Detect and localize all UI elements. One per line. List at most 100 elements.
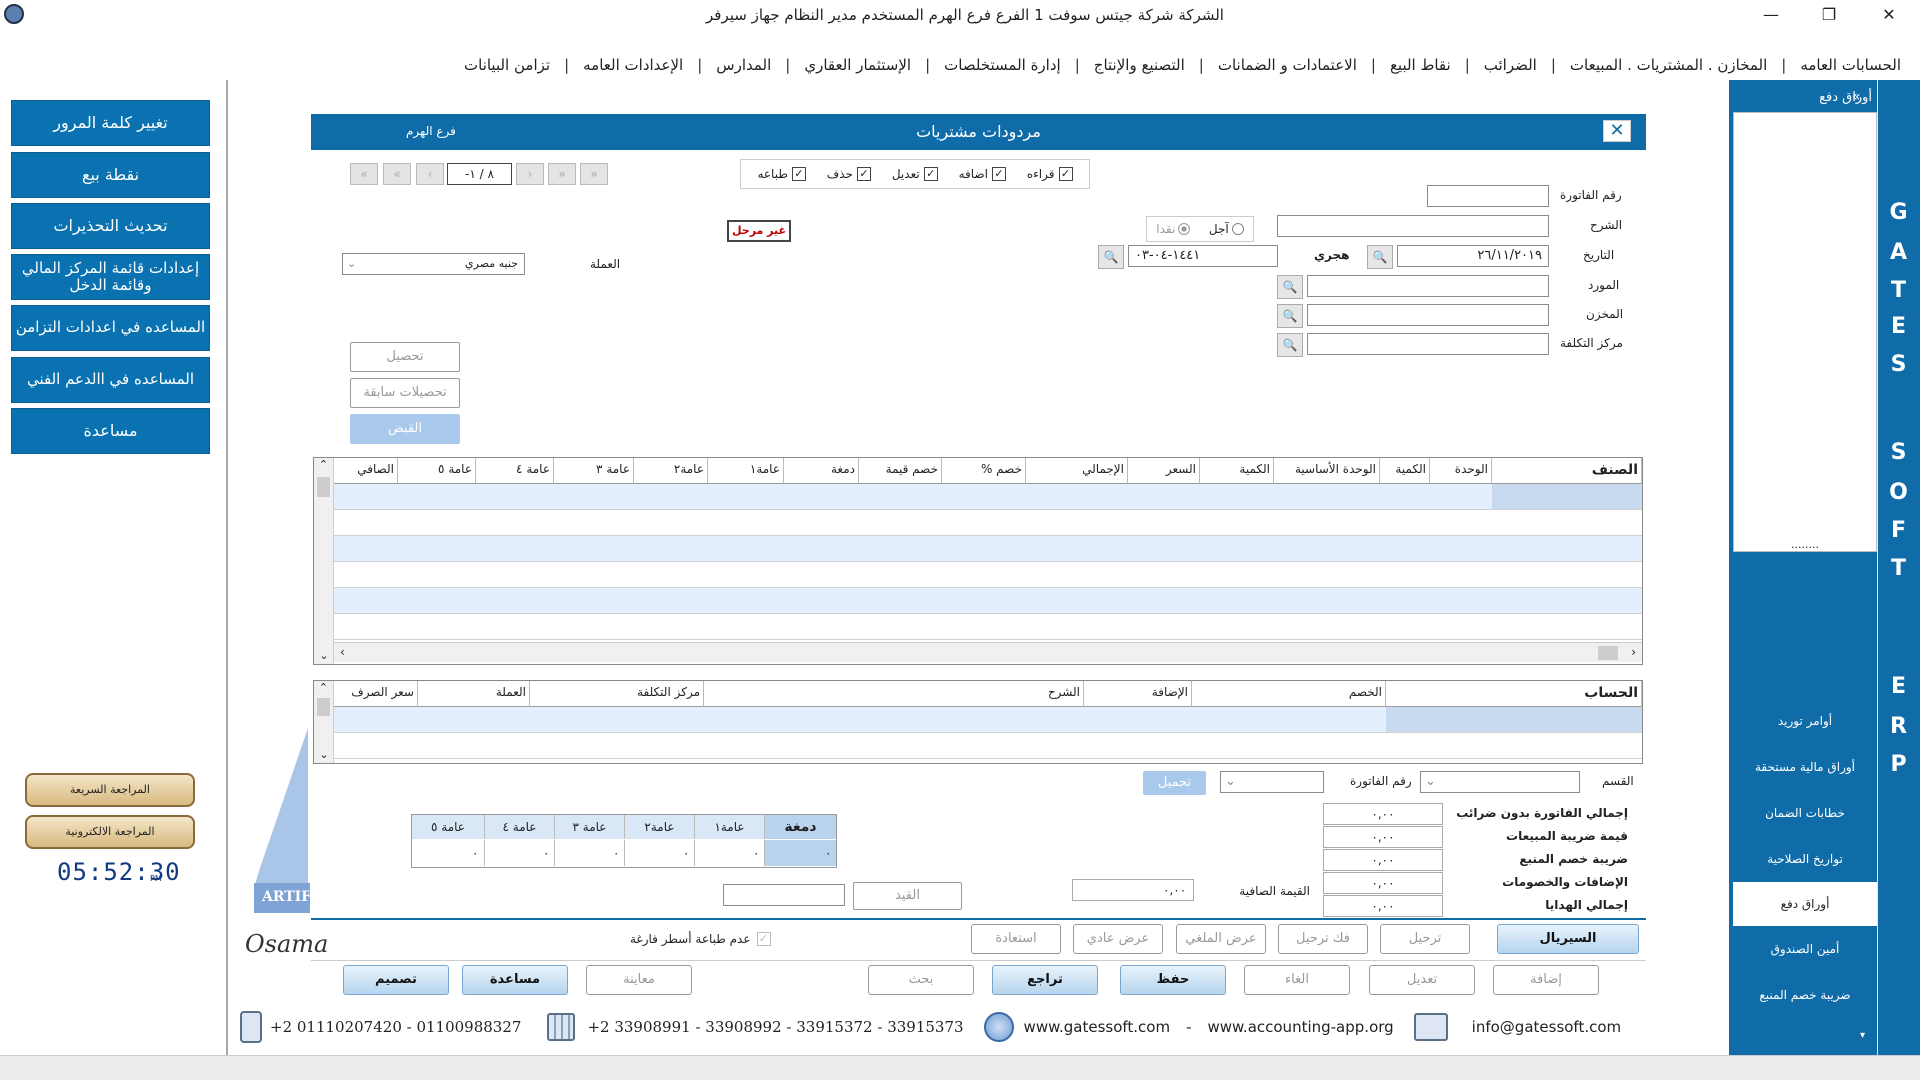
col-header-cost-center[interactable]: مركز التكلفة <box>530 681 704 707</box>
previous-collections-button[interactable]: تحصيلات سابقة <box>350 378 460 408</box>
perm-delete[interactable]: ✓ حذف <box>827 167 871 181</box>
search-button[interactable]: بحث <box>868 965 974 995</box>
nav-next-page-button[interactable]: » <box>548 163 576 185</box>
col-header-description[interactable]: الشرح <box>704 681 1084 707</box>
scroll-thumb[interactable] <box>317 698 330 716</box>
save-button[interactable]: حفظ <box>1120 965 1226 995</box>
credit-radio[interactable]: آجل <box>1209 222 1244 236</box>
description-field[interactable] <box>1277 215 1549 237</box>
minimize-button[interactable]: — <box>1748 2 1794 28</box>
financial-statements-settings-button[interactable]: إعدادات قائمة المركز المالي وقائمة الدخل <box>11 254 210 300</box>
hijri-date-field[interactable]: ١٤٤١-٠٤-٠٣ <box>1128 245 1278 267</box>
unpost-button[interactable]: فك ترحيل <box>1278 924 1368 954</box>
nav-prev-button[interactable]: ‹ <box>416 163 444 185</box>
undo-button[interactable]: تراجع <box>992 965 1098 995</box>
table-cell-selected[interactable] <box>1386 707 1642 732</box>
website-link[interactable]: www.gatessoft.com <box>1024 1018 1171 1036</box>
perm-print[interactable]: ✓ طباعه <box>757 167 806 181</box>
table-row[interactable] <box>334 484 1642 510</box>
post-button[interactable]: ترحيل <box>1380 924 1470 954</box>
pos-button[interactable]: نقطة بيع <box>11 152 210 198</box>
menu-item[interactable]: تزامن البيانات <box>450 56 564 74</box>
change-password-button[interactable]: تغيير كلمة المرور <box>11 100 210 146</box>
cash-radio[interactable]: نقدا <box>1156 222 1191 236</box>
scroll-thumb[interactable] <box>1598 646 1618 660</box>
cost-center-field[interactable] <box>1307 333 1549 355</box>
date-field[interactable]: ٢٦/١١/٢٠١٩ <box>1397 245 1549 267</box>
side-item-expiry-dates[interactable]: تواريخ الصلاحية <box>1733 838 1877 880</box>
col-header-account[interactable]: الحساب <box>1386 681 1642 707</box>
table-row[interactable] <box>334 562 1642 588</box>
entry-field[interactable] <box>723 884 845 906</box>
col-header-qty[interactable]: الكمية <box>1380 458 1430 484</box>
hijri-picker-button[interactable]: 🔍 <box>1098 245 1124 269</box>
form-close-button[interactable]: ✕ <box>1603 120 1631 142</box>
menu-item[interactable]: الاعتمادات و الضمانات <box>1204 56 1371 74</box>
supplier-search-button[interactable]: 🔍 <box>1277 275 1303 299</box>
menu-item[interactable]: إدارة المستخلصات <box>930 56 1075 74</box>
no-print-empty-option[interactable]: ✓ عدم طباعة أسطر فارغة <box>630 932 771 946</box>
tax-value-general4[interactable]: ٠ <box>484 840 554 866</box>
col-header-currency[interactable]: العملة <box>418 681 530 707</box>
accounts-vscroll[interactable]: ⌃ ⌄ <box>314 681 334 763</box>
tax-value-general3[interactable]: ٠ <box>554 840 624 866</box>
cancel-button[interactable]: الغاء <box>1244 965 1350 995</box>
right-panel-list[interactable]: ........ <box>1733 112 1877 552</box>
refresh-warnings-button[interactable]: تحديث التحذيرات <box>11 203 210 249</box>
col-header-general4[interactable]: عامة ٤ <box>476 458 554 484</box>
email-link[interactable]: info@gatessoft.com <box>1472 1018 1621 1036</box>
invoice-no-field[interactable] <box>1427 185 1549 207</box>
restore-button[interactable]: استعادة <box>971 924 1061 954</box>
tax-value-general1[interactable]: ٠ <box>694 840 764 866</box>
store-search-button[interactable]: 🔍 <box>1277 304 1303 328</box>
col-header-unit[interactable]: الوحدة <box>1430 458 1492 484</box>
perm-read[interactable]: ✓ قراءه <box>1027 167 1073 181</box>
electronic-review-button[interactable]: المراجعة الالكترونية <box>25 815 195 849</box>
side-item-guarantee-letters[interactable]: خطابات الضمان <box>1733 792 1877 834</box>
nav-first-button[interactable]: « <box>350 163 378 185</box>
scroll-down-icon[interactable]: ▾ <box>1860 1030 1865 1041</box>
menu-item[interactable]: المدارس <box>702 56 785 74</box>
col-header-discount-pct[interactable]: خصم % <box>942 458 1026 484</box>
edit-button[interactable]: تعديل <box>1369 965 1475 995</box>
side-item-payment-papers[interactable]: أوراق دفع <box>1733 882 1877 926</box>
menu-item[interactable]: الحسابات العامه <box>1786 56 1915 74</box>
add-button[interactable]: إضافة <box>1493 965 1599 995</box>
col-header-net[interactable]: الصافي <box>334 458 398 484</box>
form-help-button[interactable]: مساعدة <box>462 965 568 995</box>
section-select[interactable]: ⌄ <box>1420 771 1580 793</box>
entry-button[interactable]: القيد <box>853 882 962 910</box>
collect-button[interactable]: تحصيل <box>350 342 460 372</box>
col-header-base-qty[interactable]: الكمية <box>1200 458 1274 484</box>
maximize-button[interactable]: ❐ <box>1806 2 1852 28</box>
col-header-item[interactable]: الصنف <box>1492 458 1642 484</box>
menu-item[interactable]: المخازن . المشتريات . المبيعات <box>1556 56 1781 74</box>
col-header-exchange-rate[interactable]: سعر الصرف <box>334 681 418 707</box>
side-item-supply-orders[interactable]: أوامر توريد <box>1733 700 1877 742</box>
help-button[interactable]: مساعدة <box>11 408 210 454</box>
tax-value-stamp[interactable]: ٠ <box>764 840 836 866</box>
table-row[interactable] <box>334 707 1642 733</box>
perm-add[interactable]: ✓ اضافه <box>959 167 1006 181</box>
menu-item[interactable]: الإستثمار العقاري <box>790 56 925 74</box>
show-cancelled-button[interactable]: عرض الملغي <box>1176 924 1266 954</box>
col-header-discount-value[interactable]: خصم قيمة <box>859 458 942 484</box>
table-row[interactable] <box>334 588 1642 614</box>
quick-review-button[interactable]: المراجعة السريعة <box>25 773 195 807</box>
date-picker-button[interactable]: 🔍 <box>1367 245 1393 269</box>
sync-help-button[interactable]: المساعده في اعدادات التزامن <box>11 305 210 351</box>
table-cell-selected[interactable] <box>1492 484 1642 509</box>
col-header-discount[interactable]: الخصم <box>1192 681 1386 707</box>
side-item-withholding-tax[interactable]: ضريبة خصم المنبع <box>1733 974 1877 1016</box>
tax-value-general2[interactable]: ٠ <box>624 840 694 866</box>
col-header-general1[interactable]: عامة١ <box>708 458 784 484</box>
show-normal-button[interactable]: عرض عادي <box>1073 924 1163 954</box>
col-header-general5[interactable]: عامة ٥ <box>398 458 476 484</box>
supplier-field[interactable] <box>1307 275 1549 297</box>
col-header-stamp[interactable]: دمغة <box>784 458 859 484</box>
menu-item[interactable]: الإعدادات العامه <box>569 56 697 74</box>
serial-button[interactable]: السيريال <box>1497 924 1639 954</box>
design-button[interactable]: تصميم <box>343 965 449 995</box>
table-row[interactable] <box>334 733 1642 759</box>
tax-value-general5[interactable]: ٠ <box>412 840 484 866</box>
